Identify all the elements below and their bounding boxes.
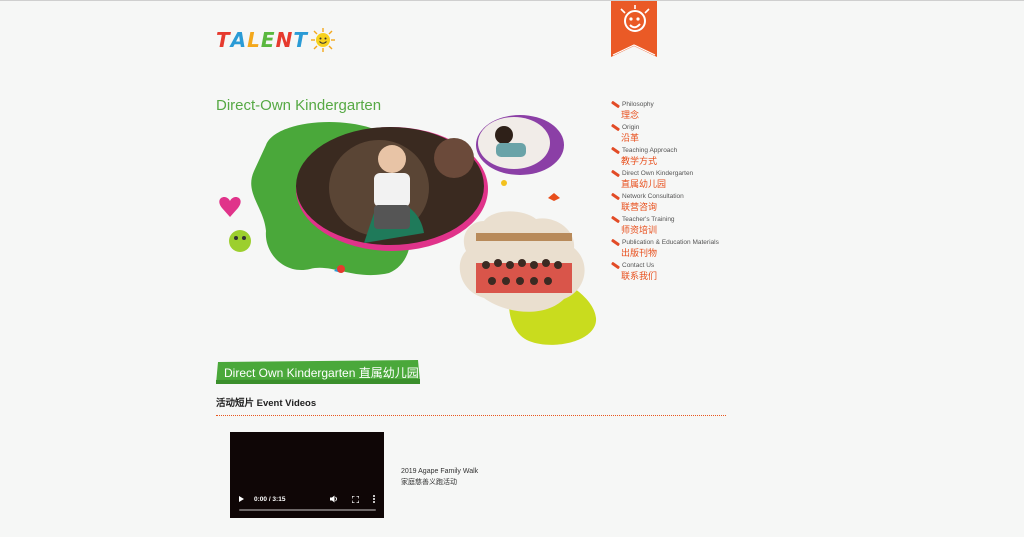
event-videos-heading: 活动短片 Event Videos bbox=[216, 398, 317, 409]
pencil-icon bbox=[610, 238, 621, 247]
nav-item[interactable]: Teacher's Training 师资培训 bbox=[610, 215, 751, 237]
nav-item-en-label: Origin bbox=[622, 124, 640, 131]
pencil-icon bbox=[610, 146, 621, 155]
play-icon[interactable] bbox=[239, 496, 244, 502]
video-progress-bar[interactable] bbox=[239, 509, 376, 511]
pink-heart bbox=[219, 197, 241, 217]
nav-item-en-label: Network Consultation bbox=[622, 193, 684, 200]
page-title: Direct-Own Kindergarten bbox=[216, 97, 382, 114]
nav-item-zh-label: 理念 bbox=[621, 110, 640, 120]
nav-item[interactable]: Publication & Education Materials 出版刊物 bbox=[610, 238, 751, 260]
logo-letter: L bbox=[247, 28, 261, 52]
nav-item-en-label: Teaching Approach bbox=[622, 147, 678, 154]
nav-item-en: Contact Us bbox=[610, 261, 751, 270]
nav-item-zh-label: 出版刊物 bbox=[621, 248, 658, 258]
more-options-icon[interactable] bbox=[373, 495, 375, 503]
nav-item[interactable]: Network Consultation 联营咨询 bbox=[610, 192, 751, 214]
photo-collage bbox=[219, 115, 597, 345]
nav-item-en-label: Publication & Education Materials bbox=[622, 239, 719, 246]
nav-item-zh-label: 联营咨询 bbox=[621, 202, 658, 212]
sun-icon bbox=[310, 28, 335, 52]
nav-item[interactable]: Philosophy 理念 bbox=[610, 100, 751, 122]
banner-label: Direct Own Kindergarten 直属幼儿园 bbox=[224, 366, 419, 380]
pencil-icon bbox=[610, 215, 621, 224]
nav-item-zh-label: 直属幼儿园 bbox=[621, 179, 667, 189]
nav-item-en: Network Consultation bbox=[610, 192, 751, 201]
bookmark-face-icon bbox=[611, 1, 657, 57]
pencil-icon bbox=[610, 123, 621, 132]
video-player[interactable]: 0:00 / 3:15 bbox=[230, 432, 384, 518]
nav-item[interactable]: Contact Us 联系我们 bbox=[610, 261, 751, 283]
nav-item-zh-label: 教学方式 bbox=[621, 156, 658, 166]
nav-item-en: Direct Own Kindergarten bbox=[610, 169, 751, 178]
nav-item-zh-label: 沿革 bbox=[621, 133, 640, 143]
nav-item-en-label: Direct Own Kindergarten bbox=[622, 170, 694, 177]
pencil-icon bbox=[610, 192, 621, 201]
logo-wordmark: TALENT bbox=[216, 28, 308, 52]
pencil-icon bbox=[610, 100, 621, 109]
video-caption-en: 2019 Agape Family Walk bbox=[401, 468, 479, 475]
nav-item-en: Philosophy bbox=[610, 100, 751, 109]
talent-logo[interactable]: TALENT bbox=[216, 21, 336, 59]
dotted-divider bbox=[216, 415, 726, 416]
pencil-icon bbox=[610, 261, 621, 270]
logo-letter: T bbox=[293, 28, 308, 52]
nav-item-en-label: Teacher's Training bbox=[622, 216, 675, 223]
volume-icon[interactable] bbox=[330, 495, 338, 503]
logo-letter: E bbox=[260, 28, 276, 52]
fullscreen-icon[interactable] bbox=[352, 495, 359, 503]
video-controls: 0:00 / 3:15 bbox=[230, 492, 384, 506]
nav-item-en-label: Contact Us bbox=[622, 262, 655, 269]
nav-item-en: Teaching Approach bbox=[610, 146, 751, 155]
nav-item-zh-label: 师资培训 bbox=[621, 225, 658, 235]
logo-letter: A bbox=[230, 28, 248, 52]
main-navigation: Philosophy 理念 Origin 沿革 Teaching Approach 教学方… bbox=[610, 100, 751, 284]
nav-item[interactable]: Direct Own Kindergarten 直属幼儿园 bbox=[610, 169, 751, 191]
video-time: 0:00 / 3:15 bbox=[254, 495, 286, 503]
logo-letter: T bbox=[216, 28, 231, 52]
pencil-icon bbox=[610, 169, 621, 178]
nav-item-en: Origin bbox=[610, 123, 751, 132]
nav-item-en-label: Philosophy bbox=[622, 101, 654, 108]
nav-item-zh-label: 联系我们 bbox=[621, 271, 658, 281]
video-caption-zh: 家庭慈善义跑活动 bbox=[401, 479, 457, 486]
nav-item[interactable]: Origin 沿革 bbox=[610, 123, 751, 145]
nav-item[interactable]: Teaching Approach 教学方式 bbox=[610, 146, 751, 168]
nav-item-en: Teacher's Training bbox=[610, 215, 751, 224]
logo-letter: N bbox=[275, 28, 294, 52]
nav-item-en: Publication & Education Materials bbox=[610, 238, 751, 247]
video-caption: 2019 Agape Family Walk 家庭慈善义跑活动 bbox=[401, 466, 478, 488]
